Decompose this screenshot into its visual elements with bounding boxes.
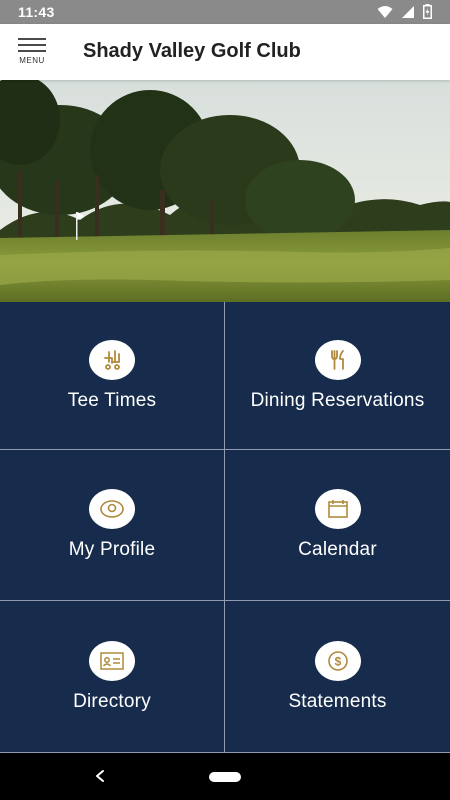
fork-knife-icon bbox=[330, 349, 344, 370]
status-bar: 11:43 bbox=[0, 0, 450, 24]
tile-label: Statements bbox=[288, 690, 387, 712]
hamburger-icon-bar bbox=[18, 50, 46, 52]
wifi-icon bbox=[377, 5, 393, 18]
app-bar: MENU Shady Valley Golf Club bbox=[0, 24, 450, 80]
golf-cart-icon bbox=[104, 349, 120, 370]
battery-icon bbox=[423, 4, 432, 19]
directory-card-icon bbox=[100, 651, 124, 670]
hamburger-icon bbox=[18, 38, 46, 40]
calendar-icon bbox=[327, 500, 348, 518]
tile-icon-circle bbox=[89, 339, 135, 380]
tile-label: Tee Times bbox=[67, 389, 157, 411]
back-icon[interactable] bbox=[90, 765, 110, 787]
tile-dining-reservations[interactable]: Dining Reservations bbox=[225, 302, 450, 449]
tile-directory[interactable]: Directory bbox=[0, 601, 224, 752]
tile-tee-times[interactable]: Tee Times bbox=[0, 302, 224, 449]
tile-label: Directory bbox=[73, 690, 151, 712]
hero-image bbox=[0, 80, 450, 302]
svg-text:$: $ bbox=[334, 654, 341, 668]
tile-calendar[interactable]: Calendar bbox=[225, 450, 450, 600]
menu-label: MENU bbox=[19, 56, 45, 65]
tile-my-profile[interactable]: My Profile bbox=[0, 450, 224, 600]
profile-icon bbox=[100, 500, 124, 518]
signal-icon bbox=[402, 5, 414, 18]
tile-label: Calendar bbox=[298, 539, 377, 560]
home-button[interactable] bbox=[209, 772, 241, 782]
tile-icon-circle bbox=[89, 489, 135, 529]
tile-icon-circle bbox=[314, 339, 361, 380]
app-title: Shady Valley Golf Club bbox=[83, 40, 301, 62]
menu-grid: Tee Times Dining Reservations My Profile bbox=[0, 302, 450, 753]
tile-icon-circle bbox=[314, 489, 361, 529]
hamburger-icon-bar bbox=[18, 44, 46, 46]
menu-button[interactable]: MENU bbox=[14, 38, 50, 68]
tile-label: My Profile bbox=[68, 539, 156, 560]
status-icons bbox=[377, 4, 432, 19]
tile-icon-circle: $ bbox=[314, 640, 361, 681]
system-nav-bar bbox=[0, 753, 450, 800]
dollar-coin-icon: $ bbox=[327, 650, 348, 671]
tile-icon-circle bbox=[89, 640, 135, 681]
tile-statements[interactable]: $ Statements bbox=[225, 601, 450, 752]
status-time: 11:43 bbox=[18, 4, 55, 20]
tile-label: Dining Reservations bbox=[250, 389, 425, 411]
